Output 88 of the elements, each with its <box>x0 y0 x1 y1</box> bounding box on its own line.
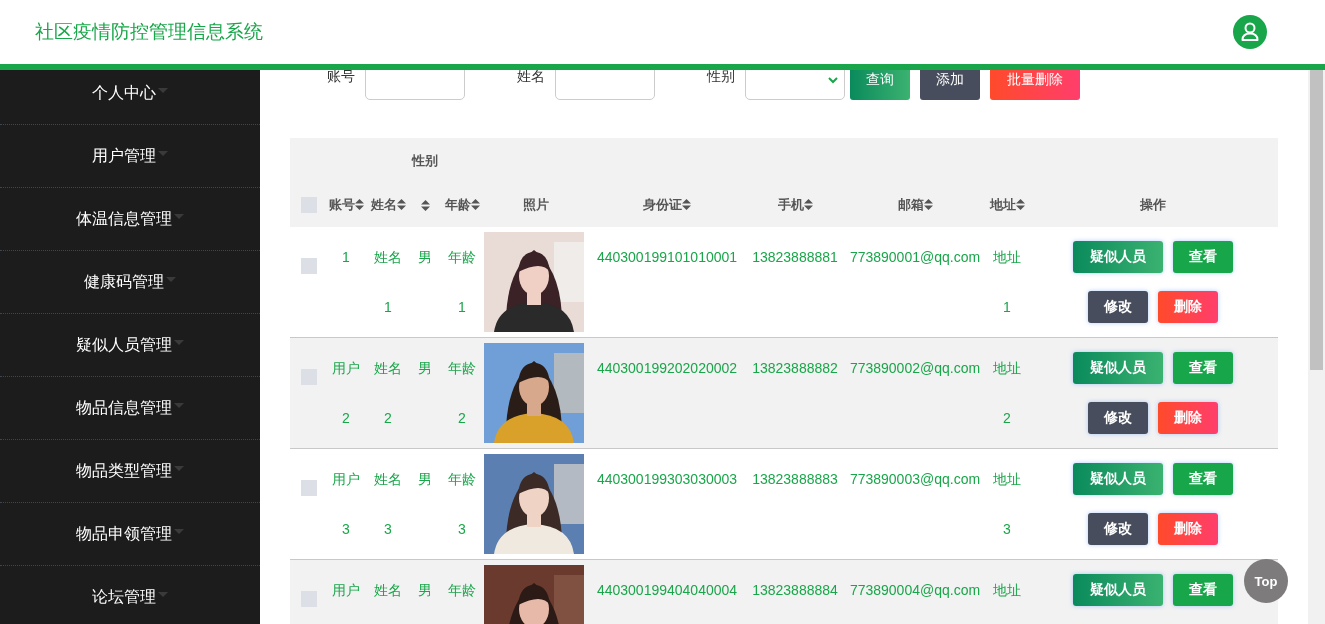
table-cell-text: 13823888881 <box>751 247 839 267</box>
table-cell-text: 姓名1 <box>373 247 403 317</box>
edit-button[interactable]: 修改 <box>1088 512 1148 545</box>
field-label: 账号 <box>326 70 356 86</box>
sidebar-item[interactable]: 疑似人员管理 <box>0 314 260 377</box>
table-cell-text: 年龄2 <box>447 358 477 428</box>
table-cell-text: 地址 <box>992 580 1022 600</box>
column-header: 操作 <box>1140 196 1166 212</box>
checkbox[interactable] <box>301 480 317 497</box>
column-header: 手机 <box>777 196 804 212</box>
sidebar-item[interactable]: 物品信息管理 <box>0 377 260 440</box>
suspect-button[interactable]: 疑似人员 <box>1073 573 1163 606</box>
table-cell-text: 年龄1 <box>447 247 477 317</box>
table-cell-text: 13823888883 <box>751 469 839 489</box>
input-field[interactable] <box>555 70 655 100</box>
table-cell-text: 姓名2 <box>373 358 403 428</box>
sidebar-item[interactable]: 健康码管理 <box>0 251 260 314</box>
table-cell-text: 773890001@qq.com <box>848 247 982 267</box>
table-cell-text: 440300199404040004 <box>595 580 739 600</box>
scrollbar[interactable] <box>1308 70 1325 624</box>
table-cell-text: 男 <box>417 580 434 600</box>
table-cell-text: 440300199101010001 <box>595 247 739 267</box>
user-icon[interactable] <box>1233 15 1267 49</box>
sort-icon[interactable] <box>682 199 691 211</box>
delete-button[interactable]: 删除 <box>1158 401 1218 434</box>
table-cell-text: 用户3 <box>331 469 361 539</box>
app-title: 社区疫情防控管理信息系统 <box>35 20 263 44</box>
sidebar-item[interactable]: 物品申领管理 <box>0 503 260 566</box>
table-cell-text: 姓名 <box>373 580 403 600</box>
search-button[interactable]: 查询 <box>850 70 910 100</box>
column-header: 身份证 <box>643 196 682 212</box>
table-cell-text: 姓名3 <box>373 469 403 539</box>
table-cell-text: 773890003@qq.com <box>848 469 982 489</box>
edit-button[interactable]: 修改 <box>1088 401 1148 434</box>
column-header: 姓名 <box>370 196 397 212</box>
column-header: 地址 <box>989 196 1016 212</box>
suspect-button[interactable]: 疑似人员 <box>1073 240 1163 273</box>
edit-button[interactable]: 修改 <box>1088 290 1148 323</box>
table-cell-text: 13823888884 <box>751 580 839 600</box>
sort-icon[interactable] <box>1015 199 1025 211</box>
add-button[interactable]: 添加 <box>920 70 980 100</box>
column-header: 性别 <box>412 152 438 168</box>
column-header: 邮箱 <box>897 196 924 212</box>
table-cell-text: 男 <box>417 247 434 267</box>
view-button[interactable]: 查看 <box>1173 462 1233 495</box>
table-cell-text: 773890002@qq.com <box>848 358 982 378</box>
delete-button[interactable]: 删除 <box>1158 512 1218 545</box>
sidebar-item[interactable]: 个人中心 <box>0 70 260 125</box>
table-cell-text: 地址2 <box>992 358 1022 428</box>
sidebar-item[interactable]: 体温信息管理 <box>0 188 260 251</box>
column-header: 照片 <box>523 196 549 212</box>
field-label: 性别 <box>705 70 736 86</box>
table-cell-text: 773890004@qq.com <box>848 580 982 600</box>
table-cell-text: 年龄 <box>447 580 477 600</box>
sort-icon[interactable] <box>396 199 406 211</box>
suspect-button[interactable]: 疑似人员 <box>1073 351 1163 384</box>
column-header: 账号 <box>328 196 355 212</box>
table-cell-text: 地址3 <box>992 469 1022 539</box>
sort-icon[interactable] <box>923 199 933 211</box>
view-button[interactable]: 查看 <box>1173 573 1233 606</box>
sidebar-item[interactable]: 用户管理 <box>0 125 260 188</box>
checkbox[interactable] <box>301 258 317 275</box>
table-cell-text: 用户 <box>331 580 361 600</box>
sidebar-item[interactable]: 物品类型管理 <box>0 440 260 503</box>
view-button[interactable]: 查看 <box>1173 240 1233 273</box>
sort-icon[interactable] <box>420 199 430 211</box>
table-cell-text: 1 <box>341 247 351 267</box>
chevron-icon <box>828 76 838 84</box>
table-cell-text: 13823888882 <box>751 358 839 378</box>
sort-icon[interactable] <box>354 199 364 211</box>
table-cell-text: 440300199303030003 <box>595 469 739 489</box>
table-cell-text: 地址1 <box>992 247 1022 317</box>
table-cell-text: 男 <box>417 469 434 489</box>
sort-icon[interactable] <box>803 199 813 211</box>
suspect-button[interactable]: 疑似人员 <box>1073 462 1163 495</box>
sidebar-item[interactable]: 论坛管理 <box>0 566 260 624</box>
field-label: 姓名 <box>516 70 546 86</box>
input-field[interactable] <box>365 70 465 100</box>
table-cell-text: 年龄3 <box>447 469 477 539</box>
delete-button[interactable]: 删除 <box>1158 290 1218 323</box>
column-header: 年龄 <box>444 196 471 212</box>
view-button[interactable]: 查看 <box>1173 351 1233 384</box>
delete-button[interactable]: 批量删除 <box>990 70 1080 100</box>
sort-icon[interactable] <box>470 199 480 211</box>
table-cell-text: 440300199202020002 <box>595 358 739 378</box>
table-cell-text: 男 <box>417 358 434 378</box>
gender-select[interactable] <box>745 70 845 100</box>
table-cell-text: 用户2 <box>331 358 361 428</box>
